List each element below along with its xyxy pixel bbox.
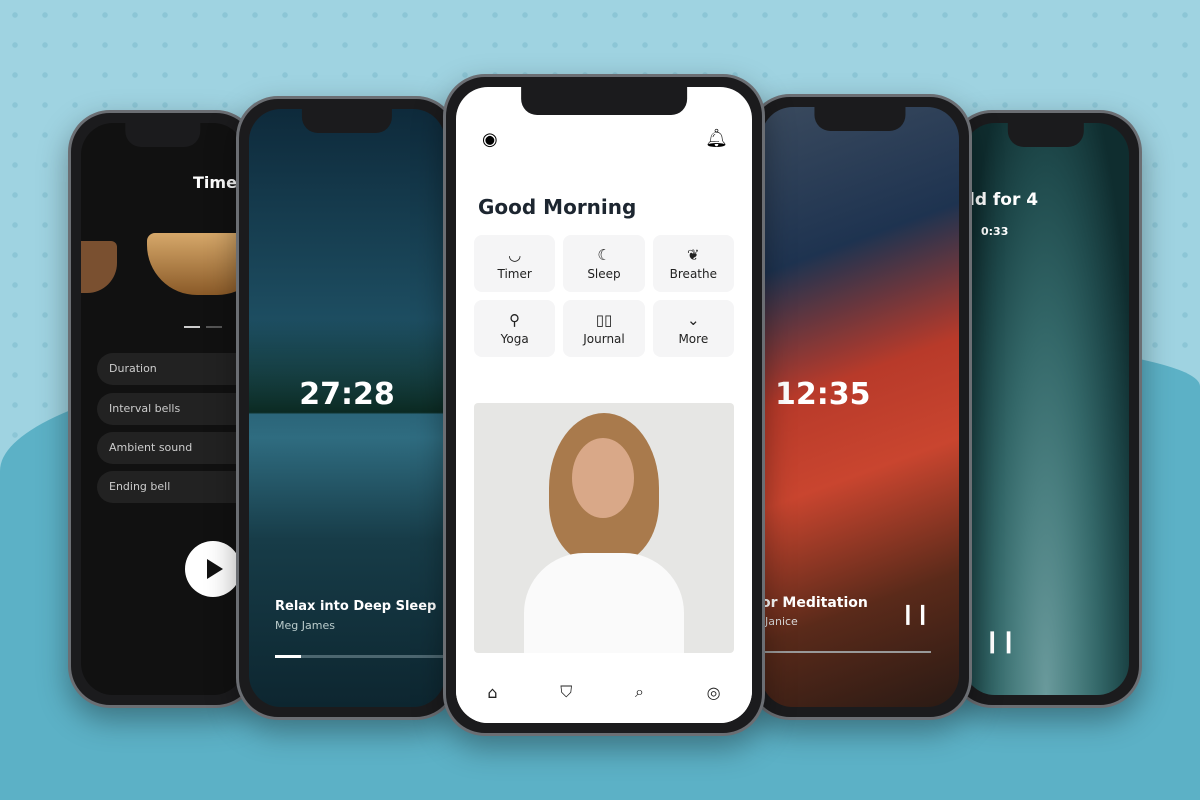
setting-ambient-sound[interactable]: Ambient sound	[97, 432, 245, 464]
progress-bar[interactable]	[275, 655, 445, 658]
leaf-icon: ❦	[687, 245, 700, 264]
setting-label: Ending bell	[109, 480, 171, 493]
progress-fill	[275, 655, 301, 658]
tile-label: Breathe	[669, 266, 717, 281]
notch	[814, 107, 906, 131]
progress-bar[interactable]	[761, 651, 931, 653]
pause-button[interactable]: ❙❙	[983, 629, 1018, 654]
phone-home: ◉ 🔔︎ Good Morning ◡ Timer ☾ Sleep ❦ Breathe…	[443, 74, 765, 736]
category-grid: ◡ Timer ☾ Sleep ❦ Breathe ⚲ Yoga ▯▯ Journal ⌄…	[474, 235, 734, 357]
setting-duration[interactable]: DurationMe	[97, 353, 245, 385]
greeting: Good Morning	[478, 195, 637, 219]
compass-icon[interactable]: ◎	[707, 683, 721, 702]
tile-sleep[interactable]: ☾ Sleep	[563, 235, 645, 292]
tile-label: Sleep	[587, 266, 621, 281]
setting-label: Duration	[109, 362, 157, 375]
phone-sleep: 27:28 Relax into Deep Sleep Meg James	[236, 96, 458, 720]
track-author: Meg James	[275, 619, 335, 632]
tile-timer[interactable]: ◡ Timer	[474, 235, 556, 292]
tile-label: Yoga	[500, 331, 529, 346]
elapsed-time: 0:33	[981, 225, 1009, 238]
track-title: Relax into Deep Sleep	[275, 599, 437, 614]
phone-timer: Timer DurationMe Interval bells Ambient …	[68, 110, 258, 708]
yoga-icon: ⚲	[509, 310, 521, 329]
setting-label: Interval bells	[109, 402, 181, 415]
setting-interval-bells[interactable]: Interval bells	[97, 393, 245, 425]
chevron-down-icon: ⌄	[687, 310, 700, 329]
singing-bowl-image-prev	[81, 241, 117, 293]
tile-label: More	[678, 331, 709, 346]
phone-music: 12:35 or Meditation Janice ❙❙	[748, 94, 972, 720]
notch	[125, 123, 201, 147]
notch	[301, 109, 393, 133]
tile-more[interactable]: ⌄ More	[652, 300, 734, 357]
notch	[521, 87, 687, 115]
profile-icon[interactable]: ◉	[482, 129, 498, 150]
singing-bowl-image	[147, 233, 245, 295]
notch	[1007, 123, 1085, 147]
carousel-dots	[184, 326, 234, 328]
home-icon[interactable]: ⌂	[487, 683, 497, 702]
setting-ending-bell[interactable]: Ending bell	[97, 471, 245, 503]
bowl-icon: ◡	[508, 245, 522, 264]
play-button[interactable]	[185, 541, 241, 597]
track-author: Janice	[765, 615, 798, 628]
setting-label: Ambient sound	[109, 441, 193, 454]
tile-yoga[interactable]: ⚲ Yoga	[474, 300, 556, 357]
moon-icon: ☾	[597, 245, 611, 264]
bottom-nav: ⌂ ⛉ ⌕ ◎	[456, 661, 752, 723]
featured-teacher-image[interactable]	[474, 403, 734, 653]
phone-breath: ld for 4 0:33 ❙❙	[950, 110, 1142, 708]
exercise-title: ld for 4	[969, 190, 1039, 210]
tile-label: Journal	[583, 331, 625, 346]
timer-display: 27:28	[299, 377, 395, 412]
tile-journal[interactable]: ▯▯ Journal	[563, 300, 645, 357]
timer-display: 12:35	[775, 377, 871, 412]
play-icon	[207, 559, 223, 579]
search-icon[interactable]: ⌕	[635, 682, 644, 702]
book-icon: ▯▯	[595, 310, 613, 329]
track-title: or Meditation	[761, 595, 868, 611]
bookmark-icon[interactable]: ⛉	[560, 682, 572, 702]
tile-breathe[interactable]: ❦ Breathe	[652, 235, 734, 292]
pause-button[interactable]: ❙❙	[899, 601, 930, 625]
tile-label: Timer	[497, 266, 532, 281]
bell-icon[interactable]: 🔔︎	[705, 128, 728, 149]
